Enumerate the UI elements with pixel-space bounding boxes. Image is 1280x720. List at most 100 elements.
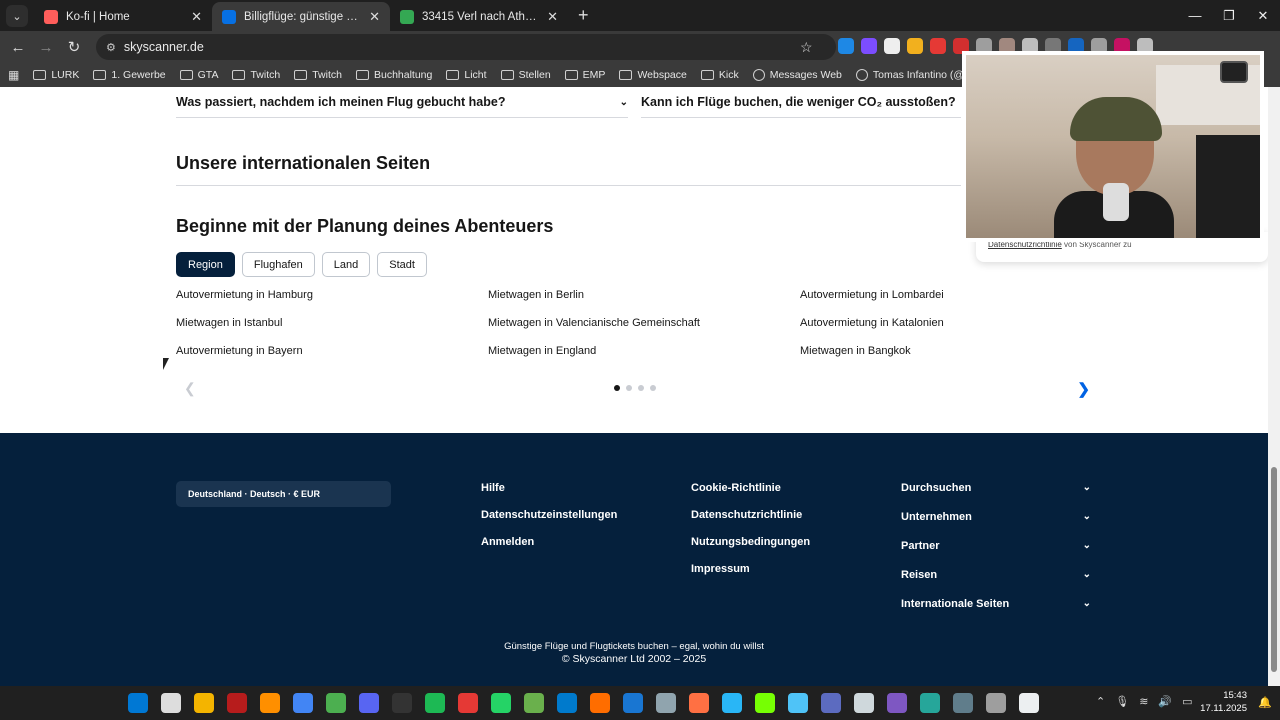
filter-chip-flughafen[interactable]: Flughafen <box>241 252 315 277</box>
rental-link[interactable]: Autovermietung in Lombardei <box>800 289 1112 302</box>
minimize-button[interactable]: — <box>1178 8 1212 23</box>
footer-accordion[interactable]: Reisen ⌄ <box>901 569 1091 581</box>
taskbar-app-icon[interactable] <box>689 693 709 713</box>
taskbar-app-icon[interactable] <box>326 693 346 713</box>
browser-tab[interactable]: Billigflüge: günstige Flüge und Fl ✕ <box>212 2 390 31</box>
bookmark-item[interactable]: Messages Web <box>752 69 842 81</box>
volume-icon[interactable]: 🔊 <box>1158 695 1172 708</box>
filter-chip-region[interactable]: Region <box>176 252 235 277</box>
notification-bell-icon[interactable]: 🔔 <box>1258 696 1272 709</box>
footer-link[interactable]: Cookie-Richtlinie <box>691 482 810 494</box>
footer-link[interactable]: Anmelden <box>481 536 617 548</box>
international-sites-heading[interactable]: Unsere internationalen Seiten <box>176 153 430 174</box>
taskbar-app-icon[interactable] <box>755 693 775 713</box>
footer-accordion[interactable]: Internationale Seiten ⌄ <box>901 598 1091 610</box>
bookmark-item[interactable]: Licht <box>446 69 487 81</box>
taskbar-app-icon[interactable] <box>656 693 676 713</box>
taskbar-app-icon[interactable] <box>425 693 445 713</box>
taskbar-app-icon[interactable] <box>359 693 379 713</box>
rental-link[interactable]: Mietwagen in England <box>488 345 800 358</box>
footer-link[interactable]: Nutzungsbedingungen <box>691 536 810 548</box>
taskbar-app-icon[interactable] <box>788 693 808 713</box>
bookmark-item[interactable]: Webspace <box>619 69 687 81</box>
taskbar-app-icon[interactable] <box>854 693 874 713</box>
reload-icon[interactable]: ↻ <box>60 38 88 56</box>
carousel-dot[interactable] <box>626 385 632 391</box>
faq-item-co2[interactable]: Kann ich Flüge buchen, die weniger CO₂ a… <box>641 87 961 118</box>
rental-link[interactable]: Autovermietung in Katalonien <box>800 317 1112 330</box>
bookmark-item[interactable]: Twitch <box>294 69 342 81</box>
taskbar-app-icon[interactable] <box>722 693 742 713</box>
bookmark-item[interactable]: Twitch <box>232 69 280 81</box>
taskbar-app-icon[interactable] <box>920 693 940 713</box>
bookmark-star-icon[interactable]: ☆ <box>800 39 813 56</box>
extension-icon[interactable] <box>838 38 854 54</box>
bookmark-item[interactable]: GTA <box>179 69 218 81</box>
maximize-button[interactable]: ❐ <box>1212 8 1246 24</box>
taskbar-app-icon[interactable] <box>887 693 907 713</box>
bookmark-item[interactable]: Kick <box>700 69 739 81</box>
close-window-button[interactable]: ✕ <box>1246 8 1280 24</box>
site-info-icon[interactable]: ⚙ <box>106 41 116 54</box>
taskbar-app-icon[interactable] <box>623 693 643 713</box>
browser-tab[interactable]: 33415 Verl nach Athen, Griechenl ✕ <box>390 2 568 31</box>
footer-link[interactable]: Datenschutzrichtlinie <box>691 509 810 521</box>
browser-tab[interactable]: Ko-fi | Home ✕ <box>34 2 212 31</box>
taskbar-app-icon[interactable] <box>1019 693 1039 713</box>
address-bar[interactable]: ⚙ skyscanner.de <box>96 34 836 60</box>
rental-link[interactable]: Autovermietung in Hamburg <box>176 289 488 302</box>
rental-link[interactable]: Mietwagen in Berlin <box>488 289 800 302</box>
footer-link[interactable]: Impressum <box>691 563 810 575</box>
taskbar-app-icon[interactable] <box>161 693 181 713</box>
rental-link[interactable]: Mietwagen in Bangkok <box>800 345 1112 358</box>
close-icon[interactable]: ✕ <box>369 9 380 25</box>
battery-icon[interactable]: ▭ <box>1182 695 1192 708</box>
bookmark-item[interactable]: LURK <box>33 69 79 81</box>
new-tab-button[interactable]: + <box>578 5 589 26</box>
bookmark-item[interactable]: 1. Gewerbe <box>93 69 166 81</box>
carousel-dot[interactable] <box>650 385 656 391</box>
taskbar-app-icon[interactable] <box>821 693 841 713</box>
extension-icon[interactable] <box>907 38 923 54</box>
scrollbar-thumb[interactable] <box>1271 467 1277 672</box>
back-icon[interactable]: ← <box>4 39 32 56</box>
filter-chip-stadt[interactable]: Stadt <box>377 252 427 277</box>
taskbar-app-icon[interactable] <box>392 693 412 713</box>
close-icon[interactable]: ✕ <box>191 9 202 25</box>
extension-icon[interactable] <box>884 38 900 54</box>
filter-chip-land[interactable]: Land <box>321 252 371 277</box>
taskbar-app-icon[interactable] <box>986 693 1006 713</box>
taskbar-app-icon[interactable] <box>524 693 544 713</box>
rental-link[interactable]: Mietwagen in Istanbul <box>176 317 488 330</box>
page-scrollbar[interactable] <box>1268 87 1280 686</box>
carousel-dot[interactable] <box>614 385 620 391</box>
footer-accordion[interactable]: Unternehmen ⌄ <box>901 511 1091 523</box>
taskbar-app-icon[interactable] <box>128 693 148 713</box>
bookmark-item[interactable]: EMP <box>564 69 605 81</box>
taskbar-app-icon[interactable] <box>260 693 280 713</box>
clock[interactable]: 15:43 17.11.2025 <box>1200 689 1247 715</box>
locale-selector[interactable]: Deutschland · Deutsch · € EUR <box>176 481 391 507</box>
microphone-icon[interactable]: 🎙 <box>1115 695 1129 708</box>
taskbar-app-icon[interactable] <box>953 693 973 713</box>
chevron-up-icon[interactable]: ⌃ <box>1096 695 1105 708</box>
forward-icon[interactable]: → <box>32 39 60 56</box>
faq-item-after-booking[interactable]: Was passiert, nachdem ich meinen Flug ge… <box>176 87 628 118</box>
bookmark-item[interactable]: Tomas Infantino (@f... <box>855 69 976 81</box>
carousel-dot[interactable] <box>638 385 644 391</box>
taskbar-app-icon[interactable] <box>590 693 610 713</box>
apps-grid-icon[interactable]: ▦ <box>8 68 19 82</box>
footer-link[interactable]: Hilfe <box>481 482 617 494</box>
extension-icon[interactable] <box>930 38 946 54</box>
taskbar-app-icon[interactable] <box>458 693 478 713</box>
taskbar-app-icon[interactable] <box>227 693 247 713</box>
footer-accordion[interactable]: Partner ⌄ <box>901 540 1091 552</box>
tab-search-button[interactable]: ⌄ <box>6 5 28 27</box>
chevron-right-icon[interactable]: ❯ <box>1077 380 1090 398</box>
chevron-left-icon[interactable]: ❮ <box>184 380 196 397</box>
taskbar-app-icon[interactable] <box>557 693 577 713</box>
bookmark-item[interactable]: Buchhaltung <box>355 69 432 81</box>
footer-link[interactable]: Datenschutzeinstellungen <box>481 509 617 521</box>
close-icon[interactable]: ✕ <box>547 9 558 25</box>
taskbar-app-icon[interactable] <box>194 693 214 713</box>
